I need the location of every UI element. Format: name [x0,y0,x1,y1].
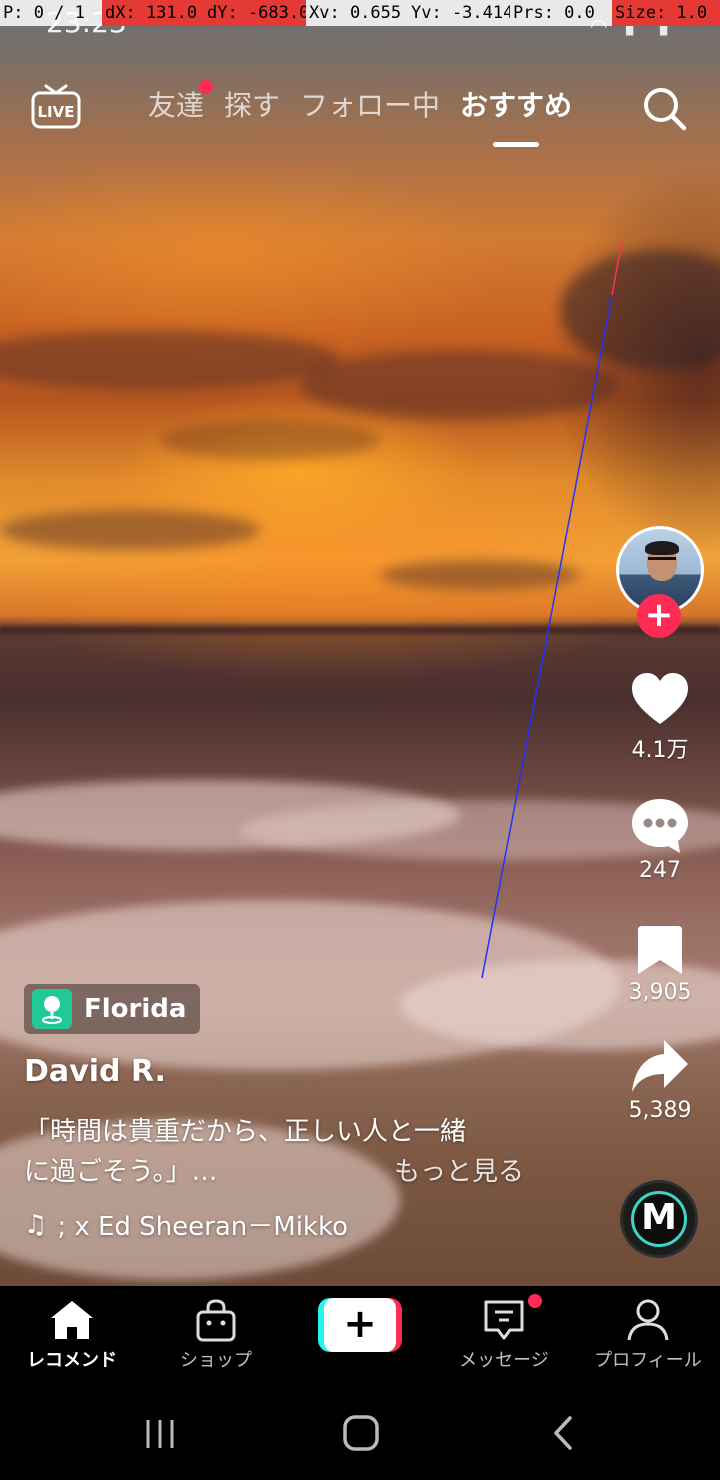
tab-inbox-label: メッセージ [459,1350,549,1371]
tab-friends[interactable]: 友達 [148,84,204,124]
comment-count: 247 [639,858,681,883]
home-icon [51,1301,93,1339]
follow-button[interactable]: + [637,594,681,638]
caption-line-1: 「時間は貴重だから、正しい人と一緒 [24,1117,467,1147]
tab-profile-label: プロフィール [594,1350,702,1371]
bookmark-button[interactable]: 3,905 [610,924,710,1005]
tab-following[interactable]: フォロー中 [300,84,440,124]
tab-profile[interactable]: プロフィール [576,1298,720,1372]
friends-badge [199,80,213,94]
back-button[interactable] [548,1414,578,1452]
music-disc-logo: M [631,1191,687,1247]
bookmark-icon [638,926,682,974]
search-icon [644,88,687,131]
debug-dy: dY: -683.0 [204,0,306,26]
debug-size: Size: 1.0 [612,0,720,26]
caption-line-2: に過ごそう。」… [24,1157,218,1187]
tab-shop[interactable]: ショップ [144,1298,288,1372]
tab-inbox[interactable]: メッセージ [432,1298,576,1372]
location-label: Florida [84,994,187,1024]
like-count: 4.1万 [631,738,689,763]
tab-home-label: レコメンド [27,1350,117,1371]
music-title: ; x Ed Sheeran－Mikko [57,1212,349,1242]
create-post-button[interactable]: + [318,1298,402,1352]
like-button[interactable]: 4.1万 [610,672,710,764]
debug-pointer: P: 0 / 1 [0,0,102,26]
live-button[interactable]: LIVE [30,82,82,132]
search-button[interactable] [640,84,688,132]
tab-for-you[interactable]: おすすめ [460,84,572,124]
home-button[interactable] [342,1414,380,1452]
message-icon [484,1300,524,1340]
tab-shop-label: ショップ [180,1350,252,1371]
system-navigation-bar [0,1386,720,1480]
music-info[interactable]: ♫ ; x Ed Sheeran－Mikko [24,1206,348,1243]
active-tab-indicator [493,142,539,147]
bookmark-count: 3,905 [628,980,692,1005]
post-caption[interactable]: 「時間は貴重だから、正しい人と一緒 に過ごそう。」… もっと見る [24,1112,524,1192]
debug-dx: dX: 131.0 [102,0,204,26]
debug-yv: Yv: -3.414 [408,0,510,26]
share-icon [632,1040,688,1092]
shopping-bag-icon [196,1299,236,1342]
music-note-icon: ♫ [24,1209,48,1240]
plus-icon: + [324,1298,396,1352]
comment-icon [632,799,688,853]
tab-explore[interactable]: 探す [224,84,280,124]
location-pin-icon [32,989,72,1029]
top-navigation: LIVE 友達 探す フォロー中 おすすめ [0,80,720,150]
debug-xv: Xv: 0.655 [306,0,408,26]
comment-button[interactable]: 247 [610,796,710,883]
pointer-debug-overlay: P: 0 / 1 dX: 131.0 dY: -683.0 Xv: 0.655 … [0,0,720,26]
live-icon: LIVE [31,84,81,129]
tab-home[interactable]: レコメンド [0,1298,144,1372]
see-more-link[interactable]: もっと見る [394,1152,524,1192]
inbox-badge [528,1294,542,1308]
live-label: LIVE [38,103,75,121]
author-name[interactable]: David R. [24,1054,166,1089]
music-disc-button[interactable]: M [620,1180,698,1258]
location-tag[interactable]: Florida [24,984,201,1034]
share-button[interactable]: 5,389 [610,1038,710,1123]
recent-apps-button[interactable] [142,1416,178,1452]
debug-prs: Prs: 0.0 [510,0,612,26]
heart-icon [632,673,688,724]
share-count: 5,389 [628,1098,692,1123]
bottom-tab-bar: レコメンド ショップ + メッセージ プロフィール [0,1286,720,1386]
profile-icon [627,1299,669,1341]
